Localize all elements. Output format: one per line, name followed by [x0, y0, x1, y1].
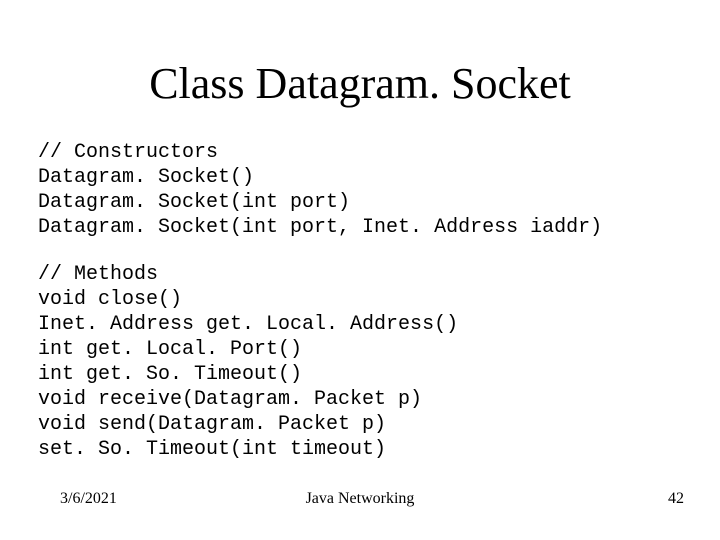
footer-page-number: 42: [668, 490, 684, 508]
method-line: void close(): [38, 287, 682, 312]
method-line: int get. So. Timeout(): [38, 362, 682, 387]
method-line: Inet. Address get. Local. Address(): [38, 312, 682, 337]
slide-body: // Constructors Datagram. Socket() Datag…: [38, 140, 682, 462]
method-line: void send(Datagram. Packet p): [38, 412, 682, 437]
slide: Class Datagram. Socket // Constructors D…: [0, 0, 720, 540]
method-line: void receive(Datagram. Packet p): [38, 387, 682, 412]
method-line: set. So. Timeout(int timeout): [38, 437, 682, 462]
constructors-heading: // Constructors: [38, 140, 682, 165]
methods-heading: // Methods: [38, 262, 682, 287]
method-line: int get. Local. Port(): [38, 337, 682, 362]
constructor-line: Datagram. Socket(int port): [38, 190, 682, 215]
slide-title: Class Datagram. Socket: [0, 58, 720, 109]
section-gap: [38, 240, 682, 262]
constructor-line: Datagram. Socket(): [38, 165, 682, 190]
footer-title: Java Networking: [0, 490, 720, 508]
constructor-line: Datagram. Socket(int port, Inet. Address…: [38, 215, 682, 240]
